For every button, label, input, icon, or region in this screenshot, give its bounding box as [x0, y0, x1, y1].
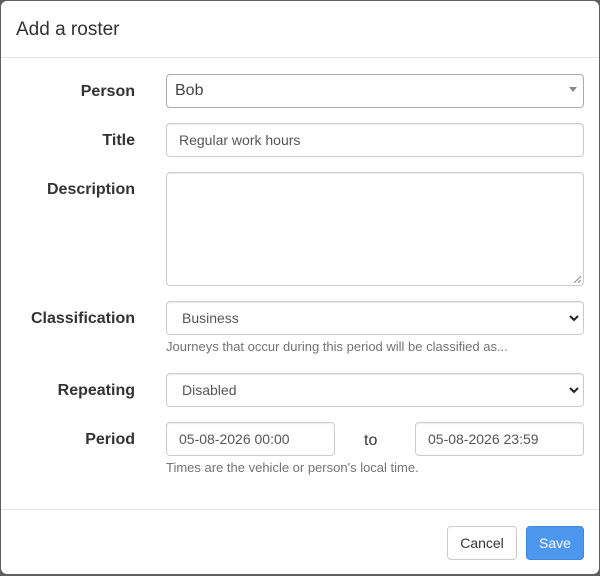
person-select[interactable]: Bob: [166, 74, 584, 108]
save-button[interactable]: Save: [526, 526, 584, 560]
person-value: Bob: [175, 82, 204, 99]
description-label: Description: [46, 181, 135, 198]
add-roster-dialog: Add a roster Person Bob Title Regular wo…: [1, 1, 599, 574]
dialog-title: Add a roster: [16, 19, 120, 40]
cancel-button[interactable]: Cancel: [447, 526, 517, 560]
chevron-down-icon: [569, 315, 579, 322]
period-end-value: 05-08-2026 23:59: [428, 431, 539, 447]
classification-value: Business: [182, 310, 239, 326]
classification-label: Classification: [30, 310, 135, 327]
dialog-header: Add a roster: [1, 1, 599, 58]
resize-grip-icon[interactable]: [573, 275, 581, 283]
title-label: Title: [102, 132, 135, 149]
period-start-value: 05-08-2026 00:00: [179, 431, 290, 447]
classification-select[interactable]: Business: [166, 301, 584, 335]
repeating-value: Disabled: [182, 382, 237, 398]
dropdown-caret-icon: [569, 87, 577, 92]
title-value: Regular work hours: [179, 132, 301, 148]
period-label: Period: [85, 431, 135, 448]
period-help: Times are the vehicle or person's local …: [166, 460, 419, 475]
title-input[interactable]: Regular work hours: [166, 123, 584, 157]
description-textarea[interactable]: [166, 172, 584, 286]
chevron-down-icon: [569, 387, 579, 394]
repeating-select[interactable]: Disabled: [166, 373, 584, 407]
person-label: Person: [80, 83, 135, 100]
period-start-input[interactable]: 05-08-2026 00:00: [166, 422, 335, 456]
period-end-input[interactable]: 05-08-2026 23:59: [415, 422, 584, 456]
period-separator: to: [364, 432, 378, 449]
classification-help: Journeys that occur during this period w…: [166, 339, 508, 354]
repeating-label: Repeating: [57, 382, 135, 399]
dialog-footer: Cancel Save: [1, 509, 599, 574]
